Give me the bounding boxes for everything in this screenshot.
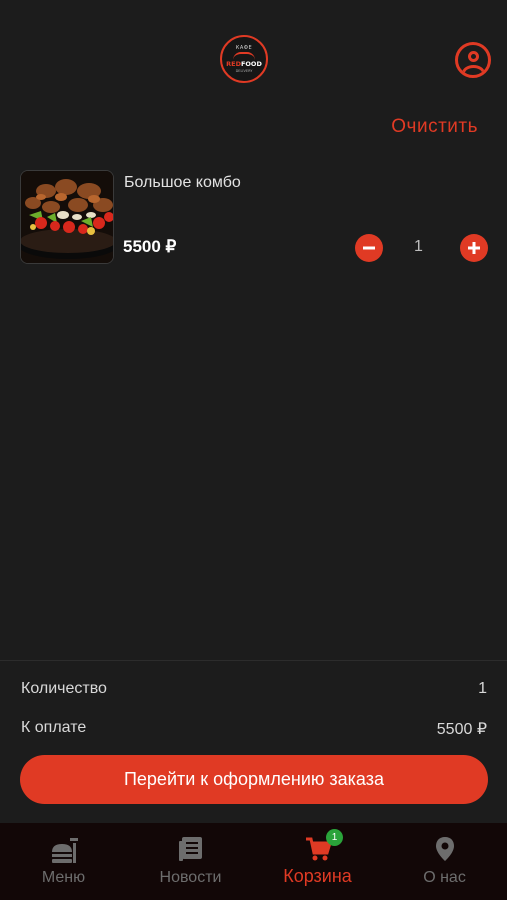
logo-brand-red: RED (226, 60, 241, 69)
summary-quantity-row: Количество 1 (21, 680, 487, 698)
logo-brand-white: FOOD (240, 60, 262, 69)
logo-top-text: КАФЕ (235, 45, 253, 52)
summary-total-value: 5500 ₽ (436, 721, 487, 738)
summary-quantity-label: Количество (21, 680, 107, 697)
logo-sub-text: DELIVERY (235, 68, 253, 73)
brand-logo[interactable]: КАФЕ REDFOOD DELIVERY (220, 35, 268, 83)
tab-news-label: Новости (159, 869, 222, 886)
user-circle-icon[interactable] (455, 42, 491, 78)
checkout-button[interactable]: Перейти к оформлению заказа (20, 755, 488, 804)
newspaper-icon (178, 837, 202, 861)
order-summary: Количество 1 К оплате 5500 ₽ Перейти к о… (0, 660, 507, 823)
minus-icon (363, 246, 375, 250)
tab-cart[interactable]: 1 Корзина (254, 823, 381, 900)
cart-count-badge: 1 (326, 829, 343, 846)
increase-quantity-button[interactable] (460, 234, 488, 262)
fastfood-icon (51, 838, 78, 863)
quantity-value: 1 (414, 238, 423, 255)
logo-brand: REDFOOD (226, 61, 262, 68)
profile-head-shape (468, 51, 479, 62)
product-name: Большое комбо (124, 174, 241, 191)
tab-about-label: О нас (423, 869, 466, 886)
logo-dome-icon (233, 52, 255, 60)
app-header: КАФЕ REDFOOD DELIVERY (0, 0, 507, 110)
clear-cart-button[interactable]: Очистить (391, 116, 478, 138)
bottom-tab-bar: Меню Новости 1 Корзина О нас (0, 823, 507, 900)
decrease-quantity-button[interactable] (355, 234, 383, 262)
profile-body-shape (462, 65, 485, 75)
tab-cart-label: Корзина (283, 866, 352, 886)
product-price: 5500 ₽ (123, 237, 177, 256)
summary-total-row: К оплате 5500 ₽ (21, 719, 487, 738)
grilled-meat-vegetables-photo (21, 171, 113, 263)
tab-about[interactable]: О нас (381, 823, 507, 900)
tab-menu-label: Меню (41, 869, 86, 886)
plus-icon (468, 242, 480, 254)
summary-quantity-value: 1 (478, 680, 487, 697)
tab-news[interactable]: Новости (127, 823, 254, 900)
tab-menu[interactable]: Меню (0, 823, 127, 900)
location-pin-icon (435, 837, 454, 861)
summary-total-label: К оплате (21, 719, 87, 736)
product-image[interactable] (20, 170, 114, 264)
cart-item: Большое комбо 5500 ₽ 1 (20, 170, 488, 265)
